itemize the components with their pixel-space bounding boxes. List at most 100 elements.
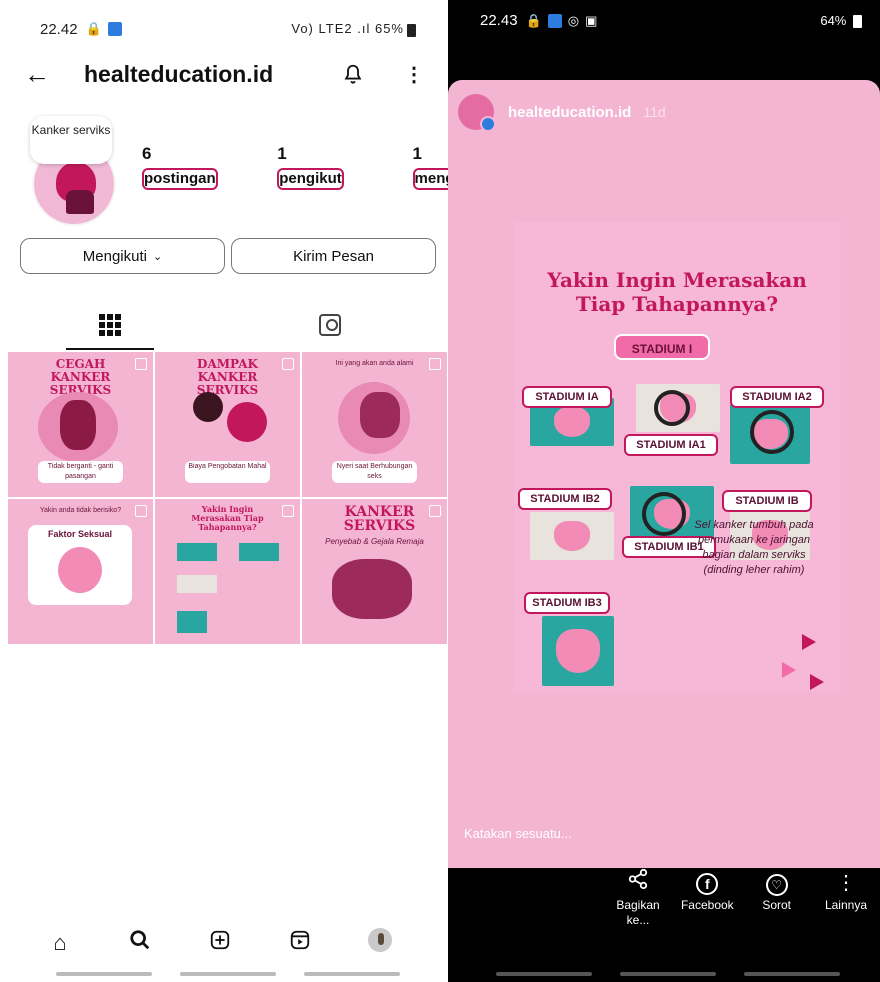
decorative-triangle-icon xyxy=(782,662,796,678)
story-screen: 22.43 🔒 ◎ ▣ 64% healteducation.id 11d Ya… xyxy=(448,0,880,982)
more-button[interactable]: ⋮ Lainnya xyxy=(816,868,876,928)
post-illustration-2 xyxy=(360,392,400,438)
profile-tabs xyxy=(0,300,440,350)
stage-panel xyxy=(530,512,614,560)
tagged-person-icon xyxy=(319,314,341,336)
post-illustration xyxy=(193,392,223,422)
following-button[interactable]: Mengikuti ⌄ xyxy=(20,238,225,274)
decorative-triangle-icon xyxy=(810,674,824,690)
post-label-box: Faktor Seksual xyxy=(28,525,132,605)
post-top-text: Yakin anda tidak berisiko? xyxy=(39,507,122,514)
status-right: 64% xyxy=(820,12,862,29)
profile-header: ← healteducation.id ⋮ xyxy=(0,50,440,98)
facebook-button[interactable]: f Facebook xyxy=(677,868,737,928)
stat-followers-value: 1 xyxy=(277,144,287,163)
avatar-figure-2 xyxy=(66,190,94,214)
note-text: Kanker serviks xyxy=(31,123,111,137)
lock-icon: 🔒 xyxy=(525,12,542,28)
stage-label: STADIUM IA1 xyxy=(624,434,718,456)
story-actions: Bagikan ke... f Facebook ♡ Sorot ⋮ Lainn… xyxy=(608,868,876,928)
profile-avatar-icon[interactable] xyxy=(365,928,395,958)
post-tile[interactable]: DAMPAK KANKER SERVIKS Biaya Pengobatan M… xyxy=(155,352,300,497)
post-caption: Nyeri saat Berhubungan seks xyxy=(332,461,417,483)
battery-text: 64% xyxy=(820,12,847,28)
tab-tagged[interactable] xyxy=(220,300,440,350)
gesture-bar xyxy=(496,972,592,976)
reels-icon[interactable] xyxy=(285,929,315,957)
post-illustration-2 xyxy=(60,400,96,450)
stat-followers-label: pengikut xyxy=(277,168,344,190)
post-tile[interactable]: Ini yang akan anda alami Nyeri saat Berh… xyxy=(302,352,447,497)
status-time: 22.43 xyxy=(480,12,518,29)
multi-post-icon xyxy=(135,358,147,370)
more-label: Lainnya xyxy=(824,898,867,912)
post-caption: Tidak berganti - ganti pasangan xyxy=(38,461,123,483)
magnifier-icon xyxy=(750,410,794,454)
more-vertical-icon[interactable]: ⋮ xyxy=(404,62,424,87)
status-bar: 22.43 🔒 ◎ ▣ 64% xyxy=(480,12,862,29)
post-grid: CEGAH KANKER SERVIKS Tidak berganti - ga… xyxy=(8,352,451,644)
post-tile[interactable]: Yakin Ingin Merasakan Tiap Tahapannya? xyxy=(155,499,300,644)
post-tile[interactable]: KANKER SERVIKS Penyebab & Gejala Remaja xyxy=(302,499,447,644)
profile-buttons: Mengikuti ⌄ Kirim Pesan xyxy=(20,238,436,274)
bottom-nav: ⌂ xyxy=(0,918,440,968)
app-badge-icon xyxy=(547,13,562,28)
reply-input[interactable]: Katakan sesuatu... xyxy=(464,826,572,841)
status-bar: 22.42 🔒 Vo) LTE2 .ıl 65% xyxy=(0,4,440,54)
story-header: healteducation.id 11d xyxy=(458,94,666,132)
post-tile[interactable]: Yakin anda tidak berisiko? Faktor Seksua… xyxy=(8,499,153,644)
gesture-bar xyxy=(304,972,400,976)
facebook-label: Facebook xyxy=(680,898,734,912)
story-headline: Yakin Ingin Merasakan Tiap Tahapannya? xyxy=(514,268,840,316)
post-illustration-2 xyxy=(227,402,267,442)
stage-panel xyxy=(542,616,614,686)
share-button[interactable]: Bagikan ke... xyxy=(608,868,668,928)
decorative-triangle-icon xyxy=(802,634,816,650)
story-content[interactable]: healteducation.id 11d Yakin Ingin Merasa… xyxy=(448,80,880,868)
stage-label: STADIUM IA2 xyxy=(730,386,824,408)
story-avatar[interactable] xyxy=(458,94,496,132)
message-button[interactable]: Kirim Pesan xyxy=(231,238,436,274)
story-headline-line-2: Tiap Tahapannya? xyxy=(575,292,779,316)
status-time: 22.42 xyxy=(40,20,78,38)
highlight-button[interactable]: ♡ Sorot xyxy=(747,868,807,928)
post-tile[interactable]: CEGAH KANKER SERVIKS Tidak berganti - ga… xyxy=(8,352,153,497)
gesture-bar xyxy=(744,972,840,976)
note-bubble[interactable]: Kanker serviks xyxy=(30,116,112,164)
profile-username: healteducation.id xyxy=(84,60,274,87)
stage-label: STADIUM IB xyxy=(722,490,812,512)
multi-post-icon xyxy=(282,505,294,517)
signal-text: Vo) LTE2 .ıl xyxy=(291,21,371,37)
battery-icon xyxy=(407,23,416,37)
post-top-text: Ini yang akan anda alami xyxy=(335,360,414,367)
lock-icon: 🔒 xyxy=(85,21,102,36)
bell-icon[interactable] xyxy=(342,63,364,85)
multi-post-icon xyxy=(282,358,294,370)
add-post-icon[interactable] xyxy=(205,929,235,957)
status-right: Vo) LTE2 .ıl 65% xyxy=(291,21,416,37)
profile-stats: 6 postingan 1 pengikut 1 mengikuti xyxy=(142,144,488,190)
message-button-label: Kirim Pesan xyxy=(293,247,374,265)
stat-following[interactable]: 1 mengikuti xyxy=(412,144,488,190)
multi-post-icon xyxy=(135,505,147,517)
magnifier-icon xyxy=(642,492,686,536)
stat-followers[interactable]: 1 pengikut xyxy=(277,144,344,190)
image-icon: ▣ xyxy=(585,12,598,28)
stat-posts[interactable]: 6 postingan xyxy=(142,144,218,190)
tab-posts[interactable] xyxy=(0,300,220,350)
post-illustration-2 xyxy=(239,543,279,561)
share-label: Bagikan ke... xyxy=(616,898,660,927)
story-username[interactable]: healteducation.id xyxy=(508,104,631,121)
back-arrow-icon[interactable]: ← xyxy=(24,59,64,90)
stat-following-value: 1 xyxy=(412,144,422,163)
home-icon[interactable]: ⌂ xyxy=(45,930,75,956)
chevron-down-icon: ⌄ xyxy=(152,250,163,263)
post-illustration xyxy=(58,547,102,593)
multi-post-icon xyxy=(429,358,441,370)
stage-label: STADIUM IB2 xyxy=(518,488,612,510)
gesture-bar xyxy=(180,972,276,976)
post-illustration xyxy=(332,559,412,619)
instagram-icon: ◎ xyxy=(567,12,580,28)
highlight-label: Sorot xyxy=(762,898,791,912)
search-icon[interactable] xyxy=(125,929,155,957)
